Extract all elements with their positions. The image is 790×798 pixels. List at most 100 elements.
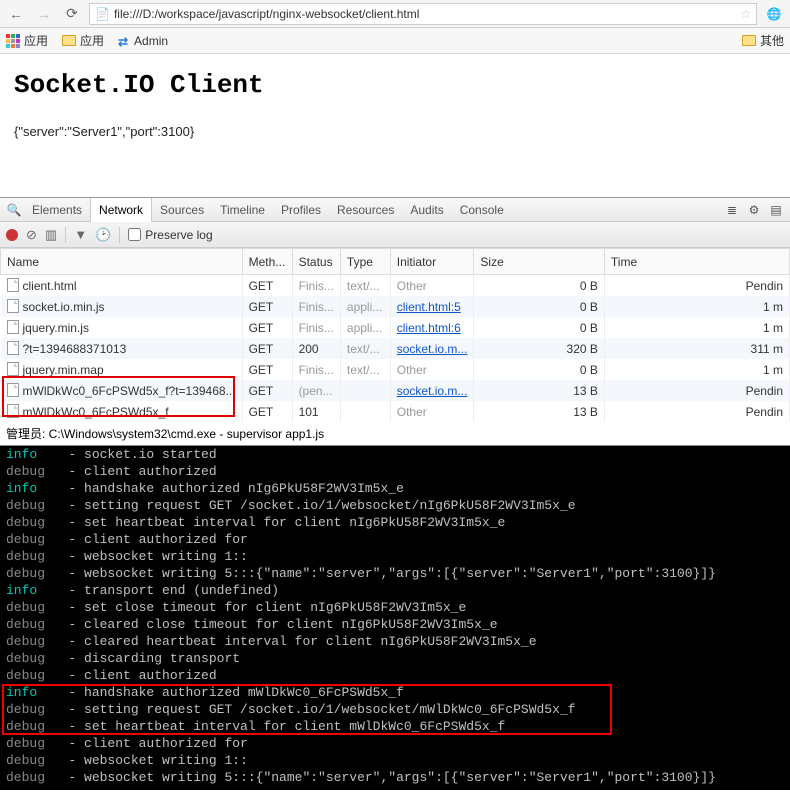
url-text: file:///D:/workspace/javascript/nginx-we… <box>114 7 419 21</box>
terminal-line: debug - client authorized for <box>0 735 790 752</box>
col-status[interactable]: Status <box>292 249 340 275</box>
bookmarks-bar: 应用 应用 ⇄ Admin 其他 <box>0 28 790 54</box>
admin-icon: ⇄ <box>118 35 130 47</box>
folder-icon <box>742 35 756 46</box>
timeline-icon[interactable]: 🕑 <box>95 227 111 243</box>
table-row[interactable]: jquery.min.mapGETFinis...text/...Other0 … <box>1 359 790 380</box>
terminal-line: debug - websocket writing 5:::{"name":"s… <box>0 565 790 582</box>
network-body: Name Meth... Status Type Initiator Size … <box>0 248 790 422</box>
bookmark-label: 其他 <box>760 32 784 49</box>
apps-grid-icon <box>6 34 20 48</box>
preserve-log-checkbox[interactable]: Preserve log <box>128 228 212 242</box>
terminal-line: debug - discarding transport <box>0 650 790 667</box>
terminal-lines: info - socket.io starteddebug - client a… <box>0 446 790 786</box>
file-icon <box>7 341 19 355</box>
initiator-link[interactable]: socket.io.m... <box>397 342 468 356</box>
terminal-line: debug - websocket writing 5:::{"name":"s… <box>0 769 790 786</box>
drawer-toggle-icon[interactable]: ≣ <box>722 203 742 217</box>
terminal-line: info - transport end (undefined) <box>0 582 790 599</box>
terminal-line: debug - setting request GET /socket.io/1… <box>0 497 790 514</box>
initiator-link[interactable]: client.html:5 <box>397 300 461 314</box>
table-row[interactable]: client.htmlGETFinis...text/...Other0 BPe… <box>1 275 790 297</box>
network-toolbar: ⊘ ▥ ▼ 🕑 Preserve log <box>0 222 790 248</box>
page-payload: {"server":"Server1","port":3100} <box>14 124 776 139</box>
initiator-link[interactable]: socket.io.m... <box>397 384 468 398</box>
terminal-line: debug - setting request GET /socket.io/1… <box>0 701 790 718</box>
file-icon <box>7 299 19 313</box>
devtools-tab-console[interactable]: Console <box>452 198 512 222</box>
terminal-line: debug - set close timeout for client nIg… <box>0 599 790 616</box>
table-row[interactable]: mWlDkWc0_6FcPSWd5x_fGET101Other13 BPendi… <box>1 401 790 422</box>
initiator-link[interactable]: client.html:6 <box>397 321 461 335</box>
bookmark-star-icon[interactable]: ☆ <box>740 7 751 21</box>
file-icon <box>7 383 19 397</box>
terminal-line: debug - client authorized <box>0 463 790 480</box>
browser-toolbar: ← → ⟳ 📄 file:///D:/workspace/javascript/… <box>0 0 790 28</box>
preserve-log-input[interactable] <box>128 228 141 241</box>
col-method[interactable]: Meth... <box>242 249 292 275</box>
bookmark-label: 应用 <box>80 32 104 49</box>
devtools-tab-profiles[interactable]: Profiles <box>273 198 329 222</box>
col-time[interactable]: Time <box>604 249 789 275</box>
terminal-line: debug - websocket writing 1:: <box>0 752 790 769</box>
table-row[interactable]: mWlDkWc0_6FcPSWd5x_f?t=139468...GET(pen.… <box>1 380 790 401</box>
table-header-row: Name Meth... Status Type Initiator Size … <box>1 249 790 275</box>
terminal-line: debug - cleared heartbeat interval for c… <box>0 633 790 650</box>
back-button[interactable]: ← <box>5 3 27 25</box>
url-bar[interactable]: 📄 file:///D:/workspace/javascript/nginx-… <box>89 3 757 25</box>
terminal-line: debug - set heartbeat interval for clien… <box>0 514 790 531</box>
col-name[interactable]: Name <box>1 249 243 275</box>
apps-launcher[interactable]: 应用 <box>6 32 48 49</box>
bookmark-admin[interactable]: ⇄ Admin <box>118 34 168 48</box>
separator <box>65 227 66 243</box>
devtools: 🔍 ElementsNetworkSourcesTimelineProfiles… <box>0 197 790 422</box>
settings-gear-icon[interactable]: ⚙ <box>744 203 764 217</box>
folder-icon <box>62 35 76 46</box>
filter-button[interactable]: ▥ <box>45 227 57 243</box>
table-row[interactable]: socket.io.min.jsGETFinis...appli...clien… <box>1 296 790 317</box>
devtools-tabs: ElementsNetworkSourcesTimelineProfilesRe… <box>24 198 512 222</box>
file-icon <box>7 320 19 334</box>
network-table: Name Meth... Status Type Initiator Size … <box>0 248 790 422</box>
page-content: Socket.IO Client {"server":"Server1","po… <box>0 54 790 179</box>
filter-icon[interactable]: ▼ <box>74 227 87 242</box>
terminal-line: info - handshake authorized nIg6PkU58F2W… <box>0 480 790 497</box>
devtools-tab-sources[interactable]: Sources <box>152 198 212 222</box>
col-type[interactable]: Type <box>340 249 390 275</box>
devtools-tab-resources[interactable]: Resources <box>329 198 402 222</box>
col-initiator[interactable]: Initiator <box>390 249 474 275</box>
inspect-icon[interactable]: 🔍 <box>4 203 24 217</box>
dock-icon[interactable]: ▤ <box>766 203 786 217</box>
file-scheme-icon: 📄 <box>95 7 110 21</box>
bookmark-other-folder[interactable]: 其他 <box>742 32 784 49</box>
terminal-line: debug - cleared close timeout for client… <box>0 616 790 633</box>
terminal-title: 管理员: C:\Windows\system32\cmd.exe - super… <box>0 422 790 446</box>
file-icon <box>7 278 19 292</box>
devtools-tab-network[interactable]: Network <box>90 198 152 222</box>
file-icon <box>7 404 19 418</box>
devtools-tab-elements[interactable]: Elements <box>24 198 90 222</box>
page-title: Socket.IO Client <box>14 70 776 100</box>
reload-button[interactable]: ⟳ <box>61 3 83 25</box>
terminal-line: debug - client authorized for <box>0 531 790 548</box>
file-icon <box>7 362 19 376</box>
forward-button[interactable]: → <box>33 3 55 25</box>
terminal: 管理员: C:\Windows\system32\cmd.exe - super… <box>0 422 790 790</box>
apps-label: 应用 <box>24 32 48 49</box>
col-size[interactable]: Size <box>474 249 604 275</box>
bookmark-folder-apps[interactable]: 应用 <box>62 32 104 49</box>
globe-icon[interactable]: 🌐 <box>763 3 785 25</box>
devtools-tab-timeline[interactable]: Timeline <box>212 198 273 222</box>
clear-button[interactable]: ⊘ <box>26 227 37 243</box>
bookmark-label: Admin <box>134 34 168 48</box>
devtools-tab-bar: 🔍 ElementsNetworkSourcesTimelineProfiles… <box>0 198 790 222</box>
terminal-line: info - handshake authorized mWlDkWc0_6Fc… <box>0 684 790 701</box>
devtools-tab-audits[interactable]: Audits <box>402 198 451 222</box>
table-row[interactable]: ?t=1394688371013GET200text/...socket.io.… <box>1 338 790 359</box>
terminal-line: debug - client authorized <box>0 667 790 684</box>
terminal-line: debug - set heartbeat interval for clien… <box>0 718 790 735</box>
table-row[interactable]: jquery.min.jsGETFinis...appli...client.h… <box>1 317 790 338</box>
record-button[interactable] <box>6 229 18 241</box>
terminal-line: debug - websocket writing 1:: <box>0 548 790 565</box>
preserve-log-label: Preserve log <box>145 228 212 242</box>
